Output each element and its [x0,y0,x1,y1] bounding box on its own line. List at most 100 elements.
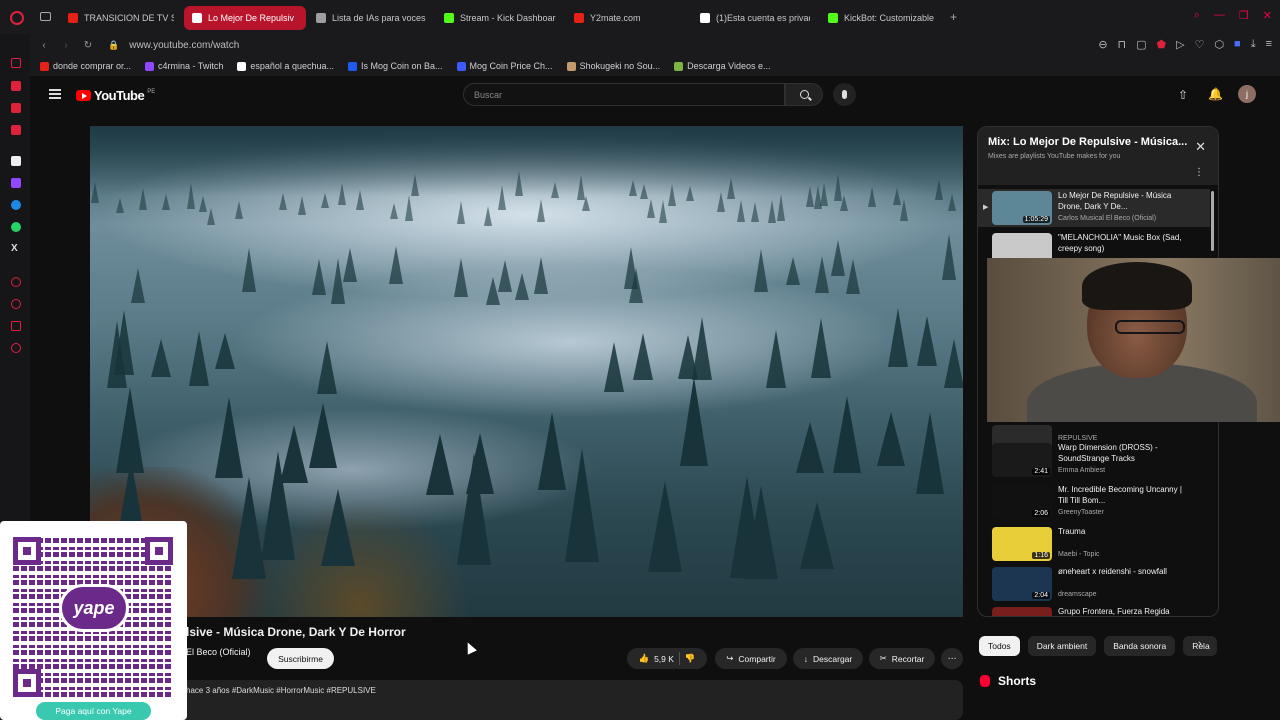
upload-icon[interactable]: ⇧ [1178,88,1188,102]
download-icon[interactable]: ⤓ [1251,38,1256,51]
playlist-item[interactable]: 1:16 Trauma Maebi - Topic [978,525,1210,563]
sidebar-news-icon[interactable] [11,103,21,113]
filter-chip[interactable]: Banda sonora [1104,636,1176,656]
sidebar-whatsapp-icon[interactable] [11,222,21,232]
sidebar-extensions-icon[interactable] [11,321,21,331]
sidebar-history-icon[interactable] [11,277,21,287]
avatar[interactable]: j [1238,85,1256,103]
playlist-item[interactable]: 2:41 Warp Dimension (DROSS) - SoundStrang… [978,441,1210,479]
like-icon[interactable]: 👍 [638,653,649,664]
vpn-icon[interactable]: ⬟ [1157,38,1167,51]
playlist-item[interactable]: 2:06 Mr. Incredible Becoming Uncanny | Ti… [978,483,1210,521]
tab-label: Y2mate.com [590,13,641,23]
sidebar-twitch-icon[interactable] [11,178,21,188]
playlist-item[interactable]: ▶ 1:05:29 Lo Mejor De Repulsive - Música D… [978,189,1210,227]
description-box[interactable]: hace 3 años #DarkMusic #HorrorMusic #REP… [170,680,963,720]
reload-icon[interactable]: ↻ [80,40,96,51]
playlist-item-title[interactable]: øneheart x reidenshi - snowfall [1058,566,1188,577]
sidebar-clock-icon[interactable] [11,299,21,309]
sidebar-home-icon[interactable] [11,58,21,68]
clip-button[interactable]: ✂ Recortar [869,648,935,669]
chevron-right-icon[interactable]: › [1198,638,1202,650]
playlist-item[interactable]: Grupo Frontera, Fuerza Regida [978,605,1210,616]
maximize-icon[interactable]: ❐ [1239,9,1249,22]
playlist-item-title[interactable]: "MELANCHOLIA" Music Box (Sad, creepy son… [1058,232,1188,254]
bookmark-item[interactable]: Mog Coin Price Ch... [456,61,553,71]
browser-tab[interactable]: Stream - Kick Dashboard [436,6,564,30]
subscribe-button[interactable]: Suscribirme [267,648,334,669]
bookmark-item[interactable]: Shokugeki no Sou... [566,61,660,71]
bookmark-item[interactable]: Descarga Videos e... [674,61,771,71]
sidebar-player-icon[interactable] [11,125,21,135]
playlist-item-title[interactable]: Lo Mejor De Repulsive - Música Drone, Da… [1058,190,1188,212]
heart-icon[interactable]: ♡ [1195,38,1205,51]
playlist-thumbnail[interactable]: 2:06 [992,485,1052,519]
sidebar-x-icon[interactable]: X [11,244,21,254]
youtube-play-icon [76,90,91,101]
notifications-bell-icon[interactable]: 🔔 [1208,87,1223,101]
bookmark-item[interactable]: c4rmina - Twitch [145,61,223,71]
playlist-item-title[interactable]: Warp Dimension (DROSS) - SoundStrange Tr… [1058,442,1188,464]
menu-icon[interactable]: ≡ [1266,38,1272,51]
channel-name[interactable]: El Beco (Oficial) [186,647,251,657]
play-icon[interactable]: ▷ [1176,38,1184,51]
playlist-item[interactable]: 2:04 øneheart x reidenshi - snowfall dream… [978,565,1210,603]
url-field[interactable]: www.youtube.com/watch [129,40,239,51]
playlist-item-title[interactable]: Grupo Frontera, Fuerza Regida [1058,606,1188,616]
sidebar-settings-icon[interactable] [11,343,21,353]
filter-chip[interactable]: Dark ambient [1027,636,1097,656]
minimize-icon[interactable]: — [1214,9,1225,22]
browser-tab[interactable]: Lo Mejor De Repulsiv [184,6,306,30]
bookmark-item[interactable]: español a quechua... [237,61,334,71]
lock-icon[interactable]: 🔒 [108,40,119,51]
playlist-thumbnail[interactable] [992,607,1052,616]
search-button[interactable] [785,83,823,106]
dislike-icon[interactable]: 👎 [685,653,696,664]
menu-hamburger-icon[interactable] [49,89,61,99]
filter-chip[interactable]: Todos [979,636,1020,656]
mix-title[interactable]: Mix: Lo Mejor De Repulsive - Música... [988,136,1208,148]
snapshot-icon[interactable]: ▢ [1136,38,1146,51]
playlist-thumbnail[interactable]: 1:16 [992,527,1052,561]
playlist-item-title[interactable]: Trauma [1058,526,1188,537]
playlist-thumbnail[interactable]: 1:05:29 [992,191,1052,225]
forward-icon[interactable]: › [58,40,74,51]
browser-tab[interactable]: KickBot: Customizable Ch [820,6,942,30]
like-count[interactable]: 5,9 K [654,654,674,664]
share-button[interactable]: ↪ Compartir [715,648,787,669]
search-tabs-icon[interactable]: ⌕ [1194,9,1200,22]
vpn-extension-icon[interactable]: ■ [1234,38,1241,51]
mix-menu-icon[interactable]: ⋮ [1194,167,1204,178]
browser-tab[interactable]: Y2mate.com [566,6,690,30]
sidebar-wallet-icon[interactable] [11,81,21,91]
opera-logo[interactable] [10,11,24,25]
pine-tree [646,198,655,218]
sidebar-aria-icon[interactable] [11,156,21,166]
browser-tab[interactable]: TRANSICION DE TV SIN S [60,6,182,30]
browser-tab[interactable]: Lista de IAs para voces [308,6,434,30]
new-tab-icon[interactable]: + [950,10,957,24]
bookmark-label: donde comprar or... [53,61,132,71]
extensions-icon[interactable]: ⬡ [1214,38,1224,51]
browser-tab[interactable]: (1)Esta cuenta es privada [692,6,818,30]
bookmark-item[interactable]: Is Mog Coin on Ba... [347,61,443,71]
tab-overview-icon[interactable] [40,12,51,21]
video-player[interactable] [90,126,963,617]
bookmark-item[interactable]: donde comprar or... [40,61,131,71]
mix-scrollbar[interactable] [1211,191,1214,251]
close-window-icon[interactable]: ✕ [1263,9,1272,22]
playlist-thumbnail[interactable]: 2:04 [992,567,1052,601]
more-actions-button[interactable]: ⋯ [941,648,963,669]
youtube-logo[interactable]: YouTube PE [76,88,155,103]
sidebar-messenger-icon[interactable] [11,200,21,210]
pay-with-yape-button[interactable]: Paga aquí con Yape [36,702,151,720]
playlist-thumbnail[interactable]: 2:41 [992,443,1052,477]
playlist-item-title[interactable]: Mr. Incredible Becoming Uncanny | Till T… [1058,484,1188,506]
search-input[interactable]: Buscar [463,83,785,106]
zoom-icon[interactable]: ⊖ [1098,38,1107,51]
back-icon[interactable]: ‹ [36,40,52,51]
download-button[interactable]: ↓ Descargar [793,648,863,669]
pin-icon[interactable]: ⊓ [1118,38,1127,51]
close-icon[interactable]: ✕ [1195,139,1206,155]
voice-search-button[interactable] [833,83,856,106]
